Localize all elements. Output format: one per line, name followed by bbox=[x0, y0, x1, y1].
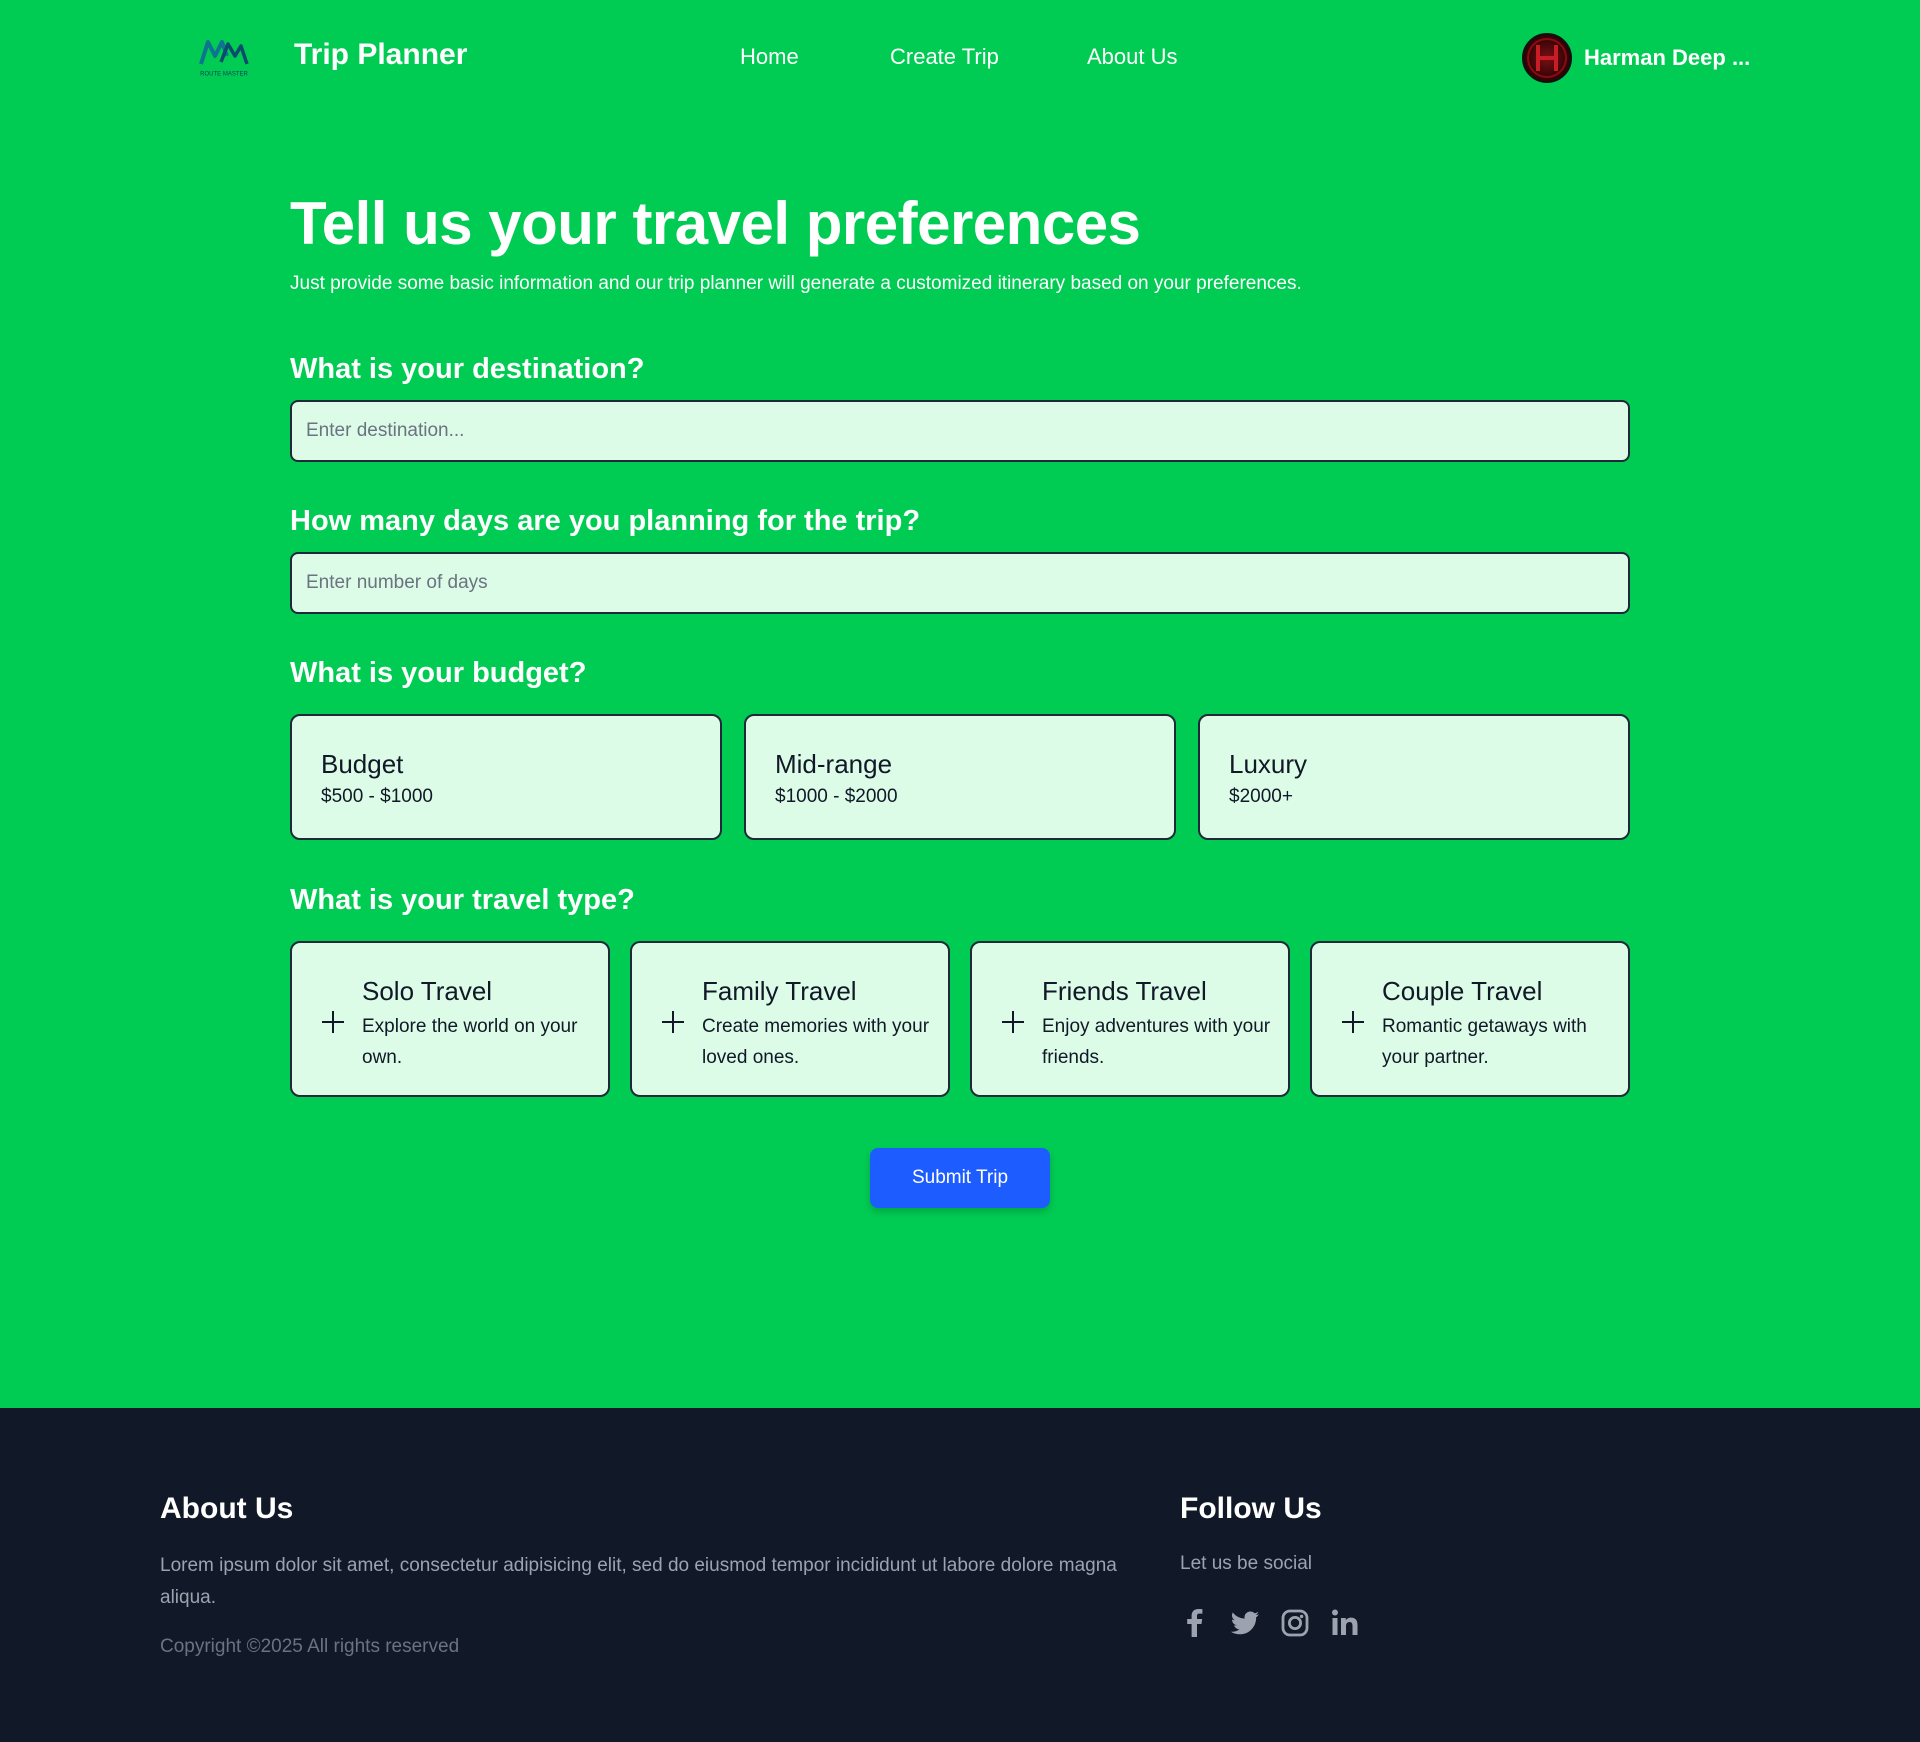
linkedin-icon[interactable] bbox=[1328, 1606, 1362, 1640]
plus-icon bbox=[662, 1011, 684, 1033]
trip-preferences-form: Tell us your travel preferences Just pro… bbox=[290, 185, 1630, 1208]
plus-icon bbox=[322, 1011, 344, 1033]
travel-type-title: Friends Travel bbox=[1042, 976, 1207, 1006]
plus-icon bbox=[1342, 1011, 1364, 1033]
instagram-icon[interactable] bbox=[1278, 1606, 1312, 1640]
budget-option-luxury[interactable]: Luxury $2000+ bbox=[1198, 714, 1630, 840]
budget-question: What is your budget? bbox=[290, 657, 587, 689]
footer-follow-heading: Follow Us bbox=[1180, 1492, 1322, 1525]
budget-option-range: $2000+ bbox=[1229, 786, 1293, 807]
page-title: Tell us your travel preferences bbox=[290, 190, 1141, 257]
travel-type-desc: Romantic getaways with your partner. bbox=[1382, 1016, 1587, 1068]
travel-type-desc: Enjoy adventures with your friends. bbox=[1042, 1016, 1271, 1068]
footer: About Us Lorem ipsum dolor sit amet, con… bbox=[0, 1408, 1920, 1742]
budget-option-title: Mid-range bbox=[775, 749, 893, 779]
days-question: How many days are you planning for the t… bbox=[290, 505, 921, 537]
budget-option-budget[interactable]: Budget $500 - $1000 bbox=[290, 714, 722, 840]
facebook-icon[interactable] bbox=[1178, 1606, 1212, 1640]
destination-question: What is your destination? bbox=[290, 353, 645, 385]
user-menu[interactable]: Harman Deep ... bbox=[1522, 33, 1750, 83]
travel-type-title: Solo Travel bbox=[362, 976, 493, 1006]
footer-about-text: Lorem ipsum dolor sit amet, consectetur … bbox=[160, 1555, 1117, 1608]
footer-follow-text: Let us be social bbox=[1180, 1553, 1313, 1574]
travel-type-solo[interactable]: Solo Travel Explore the world on your ow… bbox=[290, 941, 610, 1097]
nav-create-trip-link[interactable]: Create Trip bbox=[890, 44, 999, 70]
travel-type-couple[interactable]: Couple Travel Romantic getaways with you… bbox=[1310, 941, 1630, 1097]
destination-input[interactable] bbox=[290, 400, 1630, 462]
footer-about-heading: About Us bbox=[160, 1492, 294, 1525]
budget-option-title: Budget bbox=[321, 749, 404, 779]
nav-about-us-link[interactable]: About Us bbox=[1087, 44, 1178, 70]
budget-option-mid-range[interactable]: Mid-range $1000 - $2000 bbox=[744, 714, 1176, 840]
travel-type-desc: Explore the world on your own. bbox=[362, 1016, 578, 1068]
travel-type-question: What is your travel type? bbox=[290, 884, 635, 916]
twitter-icon[interactable] bbox=[1228, 1606, 1262, 1640]
travel-type-friends[interactable]: Friends Travel Enjoy adventures with you… bbox=[970, 941, 1290, 1097]
footer-copyright: Copyright ©2025 All rights reserved bbox=[160, 1636, 460, 1657]
avatar[interactable] bbox=[1522, 33, 1572, 83]
avatar-image bbox=[1527, 38, 1567, 78]
days-input[interactable] bbox=[290, 552, 1630, 614]
page-subtitle: Just provide some basic information and … bbox=[290, 273, 1302, 294]
budget-option-range: $1000 - $2000 bbox=[775, 786, 898, 807]
travel-type-family[interactable]: Family Travel Create memories with your … bbox=[630, 941, 950, 1097]
top-navbar: ROUTE MASTER Trip Planner Home Create Tr… bbox=[0, 0, 1920, 118]
travel-type-desc: Create memories with your loved ones. bbox=[702, 1016, 930, 1068]
budget-option-title: Luxury bbox=[1229, 749, 1308, 779]
user-name: Harman Deep ... bbox=[1584, 45, 1751, 70]
submit-trip-button[interactable]: Submit Trip bbox=[870, 1148, 1050, 1208]
budget-option-range: $500 - $1000 bbox=[321, 786, 433, 807]
travel-type-title: Family Travel bbox=[702, 976, 857, 1006]
travel-type-title: Couple Travel bbox=[1382, 976, 1543, 1006]
nav-home-link[interactable]: Home bbox=[740, 44, 799, 70]
plus-icon bbox=[1002, 1011, 1024, 1033]
